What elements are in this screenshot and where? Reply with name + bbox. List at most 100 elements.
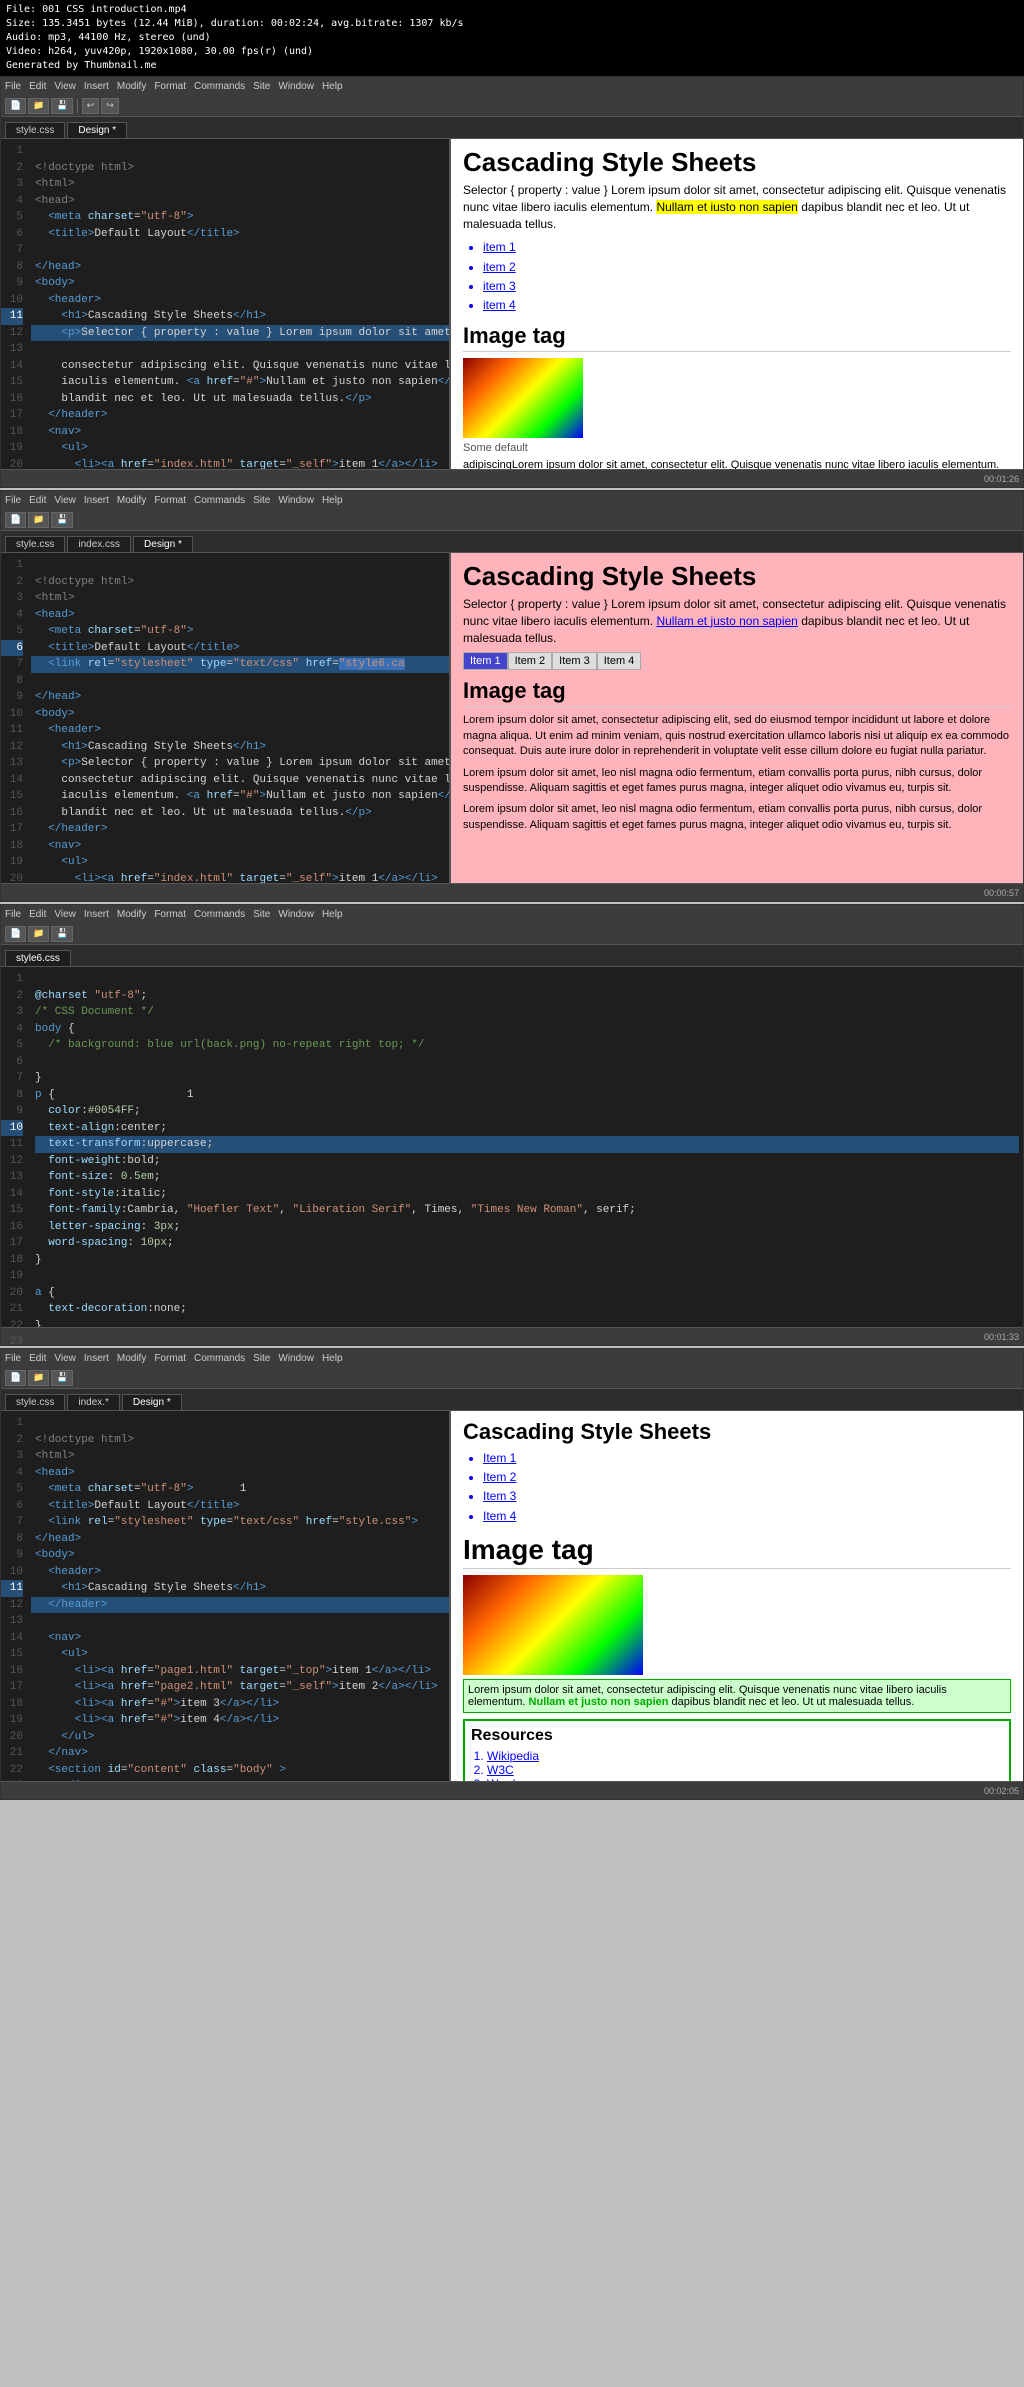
p4-toolbar-open[interactable]: 📁 (28, 1370, 49, 1386)
video-audio: Audio: mp3, 44100 Hz, stereo (und) (6, 32, 211, 43)
preview2-para3: Lorem ipsum dolor sit amet, leo nisl mag… (463, 802, 1011, 833)
p4-menu-insert[interactable]: Insert (84, 1353, 109, 1364)
p4-nav-item-3[interactable]: Item 3 (483, 1487, 1011, 1506)
toolbar-redo[interactable]: ↪ (101, 98, 119, 114)
p4-nav-item-1[interactable]: Item 1 (483, 1449, 1011, 1468)
panel4-line-numbers: 12345 678910 1112131415 1617181920 21222… (1, 1411, 29, 1781)
menu-file[interactable]: File (5, 81, 21, 92)
panel4-status-bar: 00:02:05 (1, 1781, 1023, 1799)
p4-menu-site[interactable]: Site (253, 1353, 270, 1364)
p4-tab-index[interactable]: index.* (67, 1394, 120, 1410)
p2-menu-format[interactable]: Format (154, 495, 186, 506)
resource-item-2[interactable]: W3C (487, 1763, 1003, 1777)
menu-edit[interactable]: Edit (29, 81, 46, 92)
tab-style-css[interactable]: style.css (5, 122, 65, 138)
p4-toolbar-save[interactable]: 💾 (51, 1370, 72, 1386)
p3-menu-insert[interactable]: Insert (84, 909, 109, 920)
p2-menu-site[interactable]: Site (253, 495, 270, 506)
p2-tab-design[interactable]: Design * (133, 536, 193, 552)
menu-format[interactable]: Format (154, 81, 186, 92)
p3-menu-modify[interactable]: Modify (117, 909, 146, 920)
p4-nav-item-2[interactable]: Item 2 (483, 1468, 1011, 1487)
panel-3: File Edit View Insert Modify Format Comm… (0, 904, 1024, 1346)
p3-menu-commands[interactable]: Commands (194, 909, 245, 920)
p3-menu-file[interactable]: File (5, 909, 21, 920)
p2-menu-modify[interactable]: Modify (117, 495, 146, 506)
menu-window[interactable]: Window (278, 81, 314, 92)
tab-design[interactable]: Design * (67, 122, 127, 138)
panel2-timestamp: 00:00:57 (984, 888, 1019, 898)
menu-commands[interactable]: Commands (194, 81, 245, 92)
menu-site[interactable]: Site (253, 81, 270, 92)
video-file-name: File: 001 CSS introduction.mp4 (6, 4, 187, 15)
p3-menu-site[interactable]: Site (253, 909, 270, 920)
p2-menu-window[interactable]: Window (278, 495, 314, 506)
p4-menu-window[interactable]: Window (278, 1353, 314, 1364)
p2-menu-commands[interactable]: Commands (194, 495, 245, 506)
sep1 (77, 99, 78, 113)
resource-item-3[interactable]: Wordpress (487, 1777, 1003, 1781)
panel4-code-content[interactable]: <!doctype html> <html> <head> <meta char… (29, 1411, 449, 1781)
p4-menu-view[interactable]: View (54, 1353, 76, 1364)
p4-tab-style[interactable]: style.css (5, 1394, 65, 1410)
nav-tab-item4[interactable]: Item 4 (597, 652, 642, 670)
nav-tab-item2[interactable]: Item 2 (508, 652, 553, 670)
p3-toolbar-new[interactable]: 📄 (5, 926, 26, 942)
nav-item-4[interactable]: item 4 (483, 296, 1011, 315)
p2-menu-file[interactable]: File (5, 495, 21, 506)
p3-menu-window[interactable]: Window (278, 909, 314, 920)
p4-menu-format[interactable]: Format (154, 1353, 186, 1364)
preview2-link[interactable]: Nullam et justo non sapien (656, 614, 797, 628)
p2-toolbar-open[interactable]: 📁 (28, 512, 49, 528)
p3-menu-format[interactable]: Format (154, 909, 186, 920)
menu-modify[interactable]: Modify (117, 81, 146, 92)
toolbar-open[interactable]: 📁 (28, 98, 49, 114)
p4-menu-edit[interactable]: Edit (29, 1353, 46, 1364)
menu-view[interactable]: View (54, 81, 76, 92)
nav-tab-item3[interactable]: Item 3 (552, 652, 597, 670)
p2-menu-edit[interactable]: Edit (29, 495, 46, 506)
p4-menu-help[interactable]: Help (322, 1353, 343, 1364)
panel1-toolbar: 📄 📁 💾 ↩ ↪ (1, 95, 1023, 117)
p2-toolbar-new[interactable]: 📄 (5, 512, 26, 528)
nav-item-3[interactable]: item 3 (483, 277, 1011, 296)
p2-menu-view[interactable]: View (54, 495, 76, 506)
menu-help[interactable]: Help (322, 81, 343, 92)
panel2-preview: Cascading Style Sheets Selector { proper… (449, 553, 1023, 883)
p3-toolbar-open[interactable]: 📁 (28, 926, 49, 942)
p3-tab-style6[interactable]: style6.css (5, 950, 71, 966)
p2-menu-help[interactable]: Help (322, 495, 343, 506)
preview4-resources-box: Resources Wikipedia W3C Wordpress (463, 1719, 1011, 1781)
nav-item-1[interactable]: item 1 (483, 238, 1011, 257)
panel2-code-content[interactable]: <!doctype html> <html> <head> <meta char… (29, 553, 449, 883)
p2-toolbar-save[interactable]: 💾 (51, 512, 72, 528)
p3-toolbar-save[interactable]: 💾 (51, 926, 72, 942)
p4-menu-file[interactable]: File (5, 1353, 21, 1364)
resource-item-1[interactable]: Wikipedia (487, 1749, 1003, 1763)
nav-tab-item1[interactable]: Item 1 (463, 652, 508, 670)
p4-menu-modify[interactable]: Modify (117, 1353, 146, 1364)
panel3-css-content[interactable]: @charset "utf-8"; /* CSS Document */ bod… (29, 967, 1023, 1327)
preview2-body-text: Selector { property : value } Lorem ipsu… (463, 596, 1011, 646)
p2-tab-style[interactable]: style.css (5, 536, 65, 552)
menu-insert[interactable]: Insert (84, 81, 109, 92)
p2-menu-insert[interactable]: Insert (84, 495, 109, 506)
p3-menu-view[interactable]: View (54, 909, 76, 920)
panel3-status-bar: 00:01:33 (1, 1327, 1023, 1345)
preview1-nav-list: item 1 item 2 item 3 item 4 (483, 238, 1011, 315)
p3-menu-edit[interactable]: Edit (29, 909, 46, 920)
panel3-line-numbers: 1 2 3 4 5 6 7 8 9 10 11 12 13 14 15 16 1… (1, 967, 29, 1327)
panel3-toolbar: 📄 📁 💾 (1, 923, 1023, 945)
p4-nav-item-4[interactable]: Item 4 (483, 1507, 1011, 1526)
toolbar-new[interactable]: 📄 (5, 98, 26, 114)
toolbar-save[interactable]: 💾 (51, 98, 72, 114)
p4-tab-design[interactable]: Design * (122, 1394, 182, 1410)
panel1-code-content[interactable]: <!doctype html> <html> <head> <meta char… (29, 139, 449, 469)
toolbar-undo[interactable]: ↩ (82, 98, 100, 114)
p3-menu-help[interactable]: Help (322, 909, 343, 920)
p2-tab-index[interactable]: index.css (67, 536, 131, 552)
nav-item-2[interactable]: item 2 (483, 258, 1011, 277)
p4-toolbar-new[interactable]: 📄 (5, 1370, 26, 1386)
p4-menu-commands[interactable]: Commands (194, 1353, 245, 1364)
panel4-split: 12345 678910 1112131415 1617181920 21222… (1, 1411, 1023, 1781)
